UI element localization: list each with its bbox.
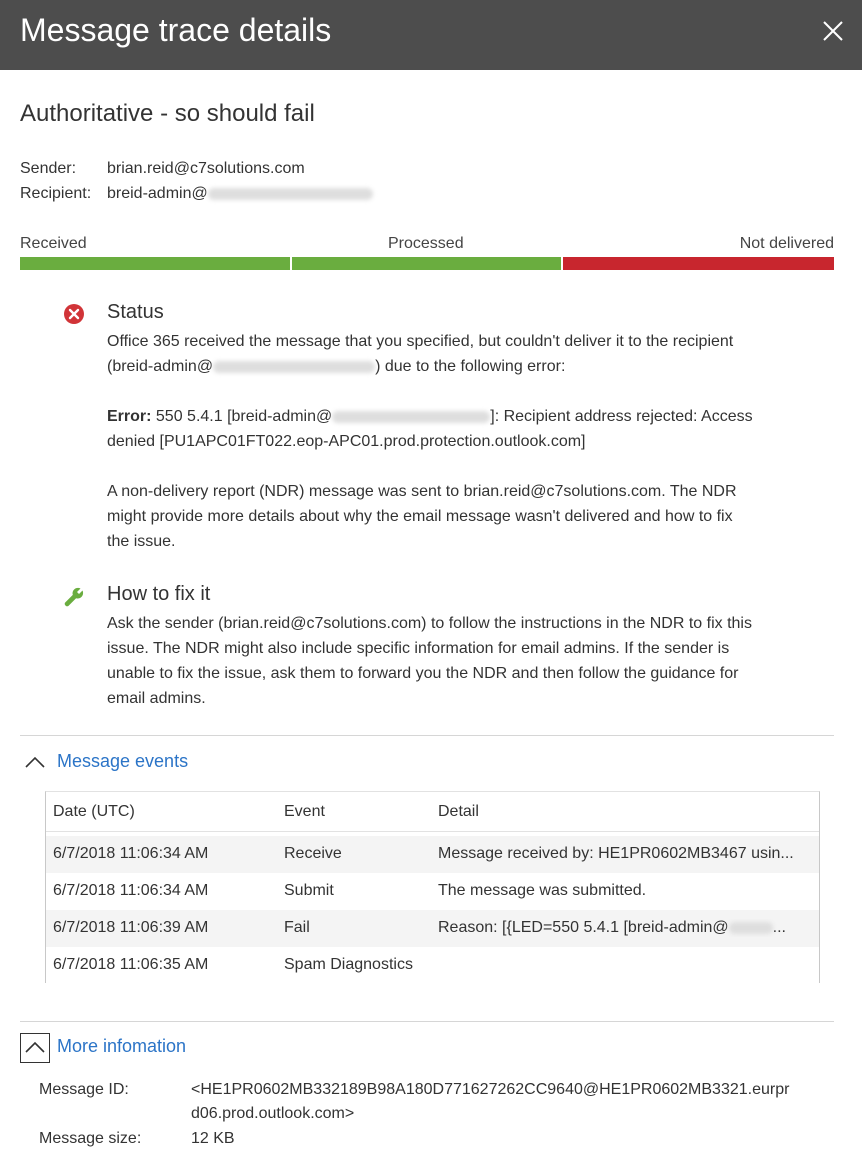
table-row[interactable]: 6/7/2018 11:06:39 AM Fail Reason: [{LED=… [46,910,819,947]
table-row[interactable]: 6/7/2018 11:06:34 AM Receive Message rec… [46,836,819,873]
redacted-domain [332,410,491,423]
stage-received-label: Received [20,235,87,252]
event-type: Spam Diagnostics [284,956,413,973]
stage-processed-bar [292,257,561,270]
error-text-suffix: ]: Recipient address rejected: Access [490,408,753,425]
status-line-2: (breid-admin@ ) due to the following erro… [107,354,827,379]
event-date: 6/7/2018 11:06:35 AM [53,956,209,973]
message-subject: Authoritative - so should fail [20,100,315,127]
stage-not-delivered-bar [563,257,834,270]
message-id-line-2: d06.prod.outlook.com> [191,1105,355,1122]
status-line-1: Office 365 received the message that you… [107,333,734,350]
event-type: Submit [284,882,334,899]
fix-heading: How to fix it [107,583,211,605]
status-text: Office 365 received the message that you… [107,329,827,554]
event-detail: Message received by: HE1PR0602MB3467 usi… [438,845,794,862]
stage-received-bar [20,257,290,270]
fix-line-3: unable to fix the issue, ask them to for… [107,665,739,682]
divider [20,1021,834,1022]
delivery-stage-labels: Received Processed Not delivered [20,235,834,255]
error-x-icon [63,303,85,330]
status-heading: Status [107,301,164,323]
recipient-value: breid-admin@ [107,185,208,202]
error-line-2: denied [PU1APC01FT022.eop-APC01.prod.pro… [107,433,586,450]
table-header: Date (UTC) Event Detail [46,792,819,832]
redacted-domain [728,921,773,934]
ndr-line-1: A non-delivery report (NDR) message was … [107,483,737,500]
delivery-progress-bar [20,257,834,270]
sender-label: Sender: [20,160,77,177]
recipient-row: Recipient: breid-admin@ [20,185,373,203]
error-text-prefix: 550 5.4.1 [breid-admin@ [155,408,333,425]
message-size-value: 12 KB [191,1130,235,1147]
error-label: Error: [107,408,152,425]
panel-title: Message trace details [20,12,332,48]
fix-line-2: issue. The NDR might also include specif… [107,640,730,657]
table-row[interactable]: 6/7/2018 11:06:35 AM Spam Diagnostics [46,947,819,983]
recipient-label: Recipient: [20,185,92,202]
event-type: Fail [284,919,310,936]
status-recipient-prefix: (breid-admin@ [107,358,214,375]
event-detail-suffix: ... [772,919,786,936]
event-date: 6/7/2018 11:06:34 AM [53,845,209,862]
message-events-label[interactable]: Message events [57,751,188,772]
event-date: 6/7/2018 11:06:34 AM [53,882,209,899]
event-date: 6/7/2018 11:06:39 AM [53,919,209,936]
column-header-event[interactable]: Event [284,803,325,821]
fix-line-4: email admins. [107,690,206,707]
status-line-2-suffix: ) due to the following error: [375,358,566,375]
sender-row: Sender: brian.reid@c7solutions.com [20,160,305,178]
fix-text: Ask the sender (brian.reid@c7solutions.c… [107,611,827,711]
stage-not-delivered-label: Not delivered [739,235,834,252]
message-events-table: Date (UTC) Event Detail 6/7/2018 11:06:3… [45,791,820,983]
redacted-domain [213,360,376,373]
panel-header: Message trace details [0,0,862,70]
event-detail: The message was submitted. [438,882,647,899]
close-icon[interactable] [818,16,848,46]
fix-line-1: Ask the sender (brian.reid@c7solutions.c… [107,615,752,632]
table-row[interactable]: 6/7/2018 11:06:34 AM Submit The message … [46,873,819,910]
event-detail: Reason: [{LED=550 5.4.1 [breid-admin@... [438,919,814,937]
chevron-up-icon[interactable] [20,748,50,778]
column-header-detail[interactable]: Detail [438,803,479,821]
redacted-domain [207,187,373,200]
message-id-label: Message ID: [39,1081,129,1098]
message-id-value: <HE1PR0602MB332189B98A180D771627262CC964… [191,1078,831,1126]
ndr-line-2: might provide more details about why the… [107,508,733,525]
message-size-label: Message size: [39,1130,142,1147]
event-type: Receive [284,845,342,862]
more-information-label[interactable]: More infomation [57,1036,186,1057]
message-id-line-1: <HE1PR0602MB332189B98A180D771627262CC964… [191,1081,790,1098]
divider [20,735,834,736]
chevron-up-icon[interactable] [20,1033,50,1063]
ndr-line-3: the issue. [107,533,176,550]
stage-processed-label: Processed [388,235,464,252]
column-header-date[interactable]: Date (UTC) [53,803,135,821]
sender-value: brian.reid@c7solutions.com [107,160,305,177]
error-line-1: Error: 550 5.4.1 [breid-admin@ ]: Recipie… [107,404,827,429]
event-detail-prefix: Reason: [{LED=550 5.4.1 [breid-admin@ [438,919,729,936]
wrench-icon [62,585,86,614]
